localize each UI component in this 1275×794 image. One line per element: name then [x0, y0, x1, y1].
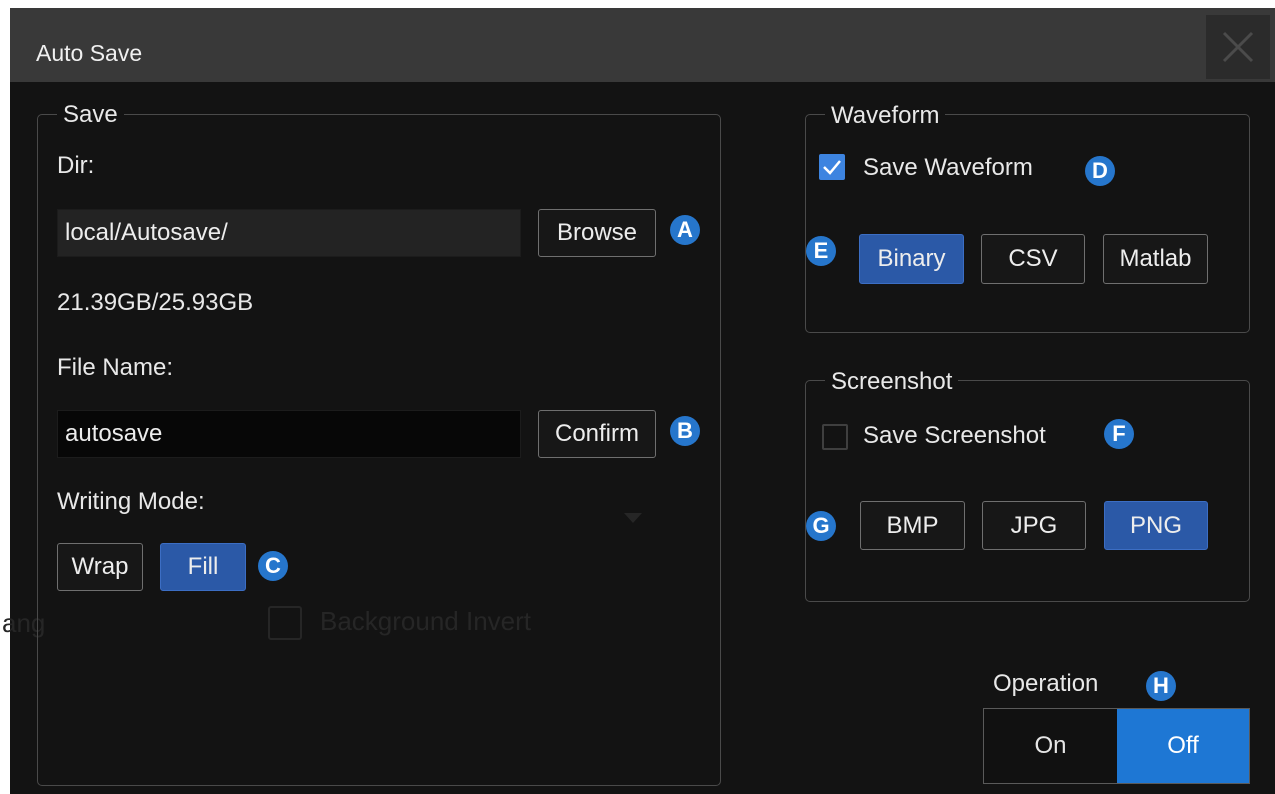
callout-c: C [258, 551, 288, 581]
save-screenshot-label: Save Screenshot [863, 422, 1046, 449]
title-bar [10, 8, 1275, 82]
format-csv-button[interactable]: CSV [981, 234, 1085, 284]
callout-d: D [1085, 156, 1115, 186]
callout-g: G [806, 511, 836, 541]
save-waveform-checkbox[interactable] [819, 154, 845, 180]
dir-field[interactable]: local/Autosave/ [57, 209, 521, 257]
checkmark-icon [823, 160, 841, 175]
save-screenshot-checkbox[interactable] [822, 424, 848, 450]
writing-mode-label: Writing Mode: [57, 488, 205, 515]
screenshot-group [805, 380, 1250, 602]
save-waveform-label: Save Waveform [863, 154, 1033, 181]
dialog-title: Auto Save [36, 40, 143, 66]
callout-e: E [806, 236, 836, 266]
file-name-label: File Name: [57, 354, 174, 381]
callout-f: F [1104, 419, 1134, 449]
operation-toggle[interactable]: On Off [983, 708, 1250, 784]
callout-a: A [670, 215, 700, 245]
close-button[interactable] [1206, 15, 1270, 79]
format-jpg-button[interactable]: JPG [982, 501, 1086, 550]
browse-button[interactable]: Browse [538, 209, 656, 257]
operation-label: Operation [993, 670, 1099, 697]
storage-usage: 21.39GB/25.93GB [57, 289, 254, 316]
dir-label: Dir: [57, 152, 95, 179]
close-icon [1222, 31, 1254, 63]
format-bmp-button[interactable]: BMP [860, 501, 965, 550]
operation-on-option[interactable]: On [984, 709, 1117, 783]
format-png-button[interactable]: PNG [1104, 501, 1208, 550]
callout-b: B [670, 416, 700, 446]
wrap-mode-button[interactable]: Wrap [57, 543, 143, 591]
fill-mode-button[interactable]: Fill [160, 543, 246, 591]
waveform-group [805, 114, 1250, 333]
format-binary-button[interactable]: Binary [859, 234, 964, 284]
screenshot-legend: Screenshot [825, 368, 959, 396]
save-legend: Save [57, 101, 124, 129]
confirm-button[interactable]: Confirm [538, 410, 656, 458]
callout-h: H [1146, 671, 1176, 701]
file-name-input[interactable]: autosave [57, 410, 521, 458]
operation-off-option[interactable]: Off [1117, 709, 1249, 783]
format-matlab-button[interactable]: Matlab [1103, 234, 1208, 284]
waveform-legend: Waveform [825, 102, 946, 130]
